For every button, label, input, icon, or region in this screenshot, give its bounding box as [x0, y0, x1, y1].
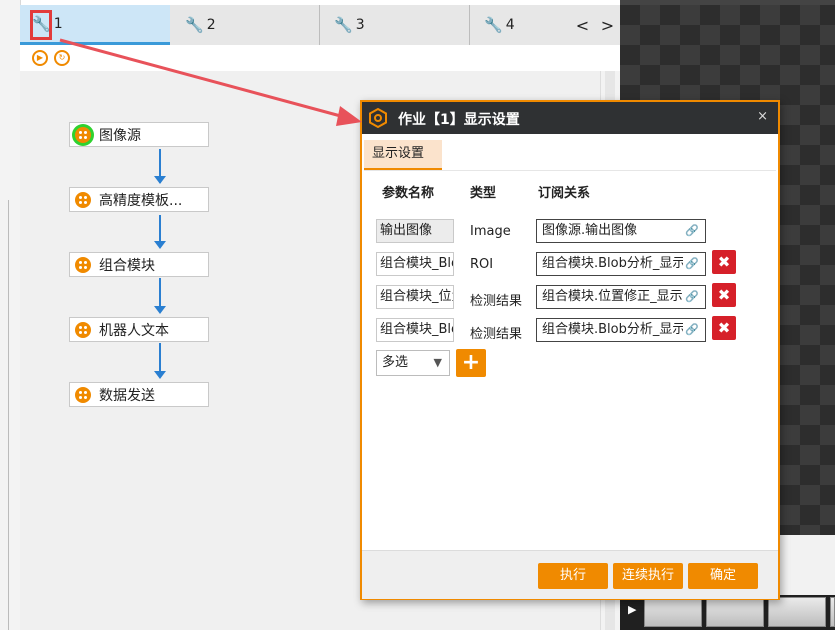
tab-divider [364, 170, 776, 171]
column-header-subscription: 订阅关系 [538, 186, 591, 201]
node-label: 图像源 [99, 127, 141, 144]
dialog-body: 显示设置 参数名称 类型 订阅关系 输出图像 Image 图像源.输出图像 🔗 … [362, 134, 778, 550]
delete-row-button[interactable]: ✖ [712, 250, 736, 274]
loop-circle-icon[interactable]: ↻ [54, 50, 70, 66]
param-name-field[interactable]: 组合模块_Blob [376, 252, 454, 276]
multi-select-dropdown[interactable]: 多选 ▼ [376, 350, 450, 376]
tab-process-2[interactable]: 🔧 2 [170, 5, 320, 45]
param-type: 检测结果 [470, 294, 523, 309]
subscription-field[interactable]: 组合模块.位置修正_显示 🔗 [536, 285, 706, 309]
tab-display-settings[interactable]: 显示设置 [364, 140, 442, 170]
node-label: 机器人文本 [99, 322, 169, 339]
wrench-icon: 🔧 [484, 16, 503, 34]
tab-label: 4 [505, 17, 515, 33]
flow-arrow [154, 241, 166, 249]
wrench-icon: 🔧 [334, 16, 353, 34]
dialog-footer: 执行 连续执行 确定 [362, 550, 778, 599]
close-icon[interactable]: × [757, 109, 768, 124]
link-icon[interactable]: 🔗 [683, 253, 699, 275]
process-tab-bar: 🔧 1 🔧 2 🔧 3 🔧 4 < > [20, 5, 620, 45]
node-label: 高精度模板... [99, 192, 183, 209]
flow-node-template-match[interactable]: 高精度模板... [69, 187, 209, 212]
delete-row-button[interactable]: ✖ [712, 316, 736, 340]
play-circle-icon[interactable]: ▶ [32, 50, 48, 66]
delete-row-button[interactable]: ✖ [712, 283, 736, 307]
flow-arrow [154, 371, 166, 379]
tab-scroll-left-button[interactable]: < [570, 5, 595, 45]
run-button[interactable]: 执行 [538, 563, 608, 589]
node-label: 组合模块 [99, 257, 155, 274]
subscription-value: 图像源.输出图像 [542, 223, 638, 238]
module-icon [75, 191, 91, 208]
hexagon-logo-icon [369, 108, 387, 128]
link-icon[interactable]: 🔗 [683, 220, 699, 242]
param-name-field: 输出图像 [376, 219, 454, 243]
filmstrip-thumbnail[interactable] [706, 597, 764, 627]
dialog-title: 作业【1】显示设置 [398, 112, 520, 128]
filmstrip-thumbnail[interactable] [830, 597, 835, 627]
tab-process-3[interactable]: 🔧 3 [320, 5, 470, 45]
param-type: 检测结果 [470, 327, 523, 342]
subscription-value: 组合模块.Blob分析_显示 [542, 322, 686, 337]
subscription-value: 组合模块.Blob分析_显示 [542, 256, 686, 271]
tab-label: 2 [206, 17, 216, 33]
column-header-type: 类型 [470, 186, 497, 201]
chevron-down-icon: ▼ [433, 356, 442, 369]
wrench-icon: 🔧 [185, 16, 204, 34]
param-name-field[interactable]: 组合模块_位置 [376, 285, 454, 309]
module-icon [75, 321, 91, 338]
filmstrip-thumbnail[interactable] [644, 597, 702, 627]
subscription-field[interactable]: 组合模块.Blob分析_显示 🔗 [536, 252, 706, 276]
param-type: ROI [470, 257, 494, 272]
module-icon [75, 126, 91, 143]
column-header-param: 参数名称 [382, 186, 435, 201]
process-toolbar: ▶ ↻ [20, 45, 620, 72]
module-icon [75, 386, 91, 403]
multi-select-value: 多选 [382, 355, 409, 370]
flow-node-group-module[interactable]: 组合模块 [69, 252, 209, 277]
annotation-highlight-box [30, 10, 52, 40]
image-filmstrip: ▶ [620, 595, 835, 630]
flow-arrow [154, 306, 166, 314]
tab-label: 1 [53, 15, 63, 32]
tab-process-4[interactable]: 🔧 4 [470, 5, 570, 45]
node-label: 数据发送 [99, 387, 155, 404]
flow-node-robot-text[interactable]: 机器人文本 [69, 317, 209, 342]
display-settings-dialog: 作业【1】显示设置 × 显示设置 参数名称 类型 订阅关系 输出图像 Image… [360, 100, 780, 600]
tab-label: 3 [355, 17, 365, 33]
left-divider [8, 200, 9, 630]
param-name-field[interactable]: 组合模块_Blob [376, 318, 454, 342]
flow-arrow [154, 176, 166, 184]
play-icon[interactable]: ▶ [628, 603, 636, 616]
link-icon[interactable]: 🔗 [683, 319, 699, 341]
chevron-left-icon: < [575, 15, 590, 35]
tab-scroll-right-button[interactable]: > [595, 5, 620, 45]
flow-node-image-source[interactable]: 图像源 [69, 122, 209, 147]
subscription-value: 组合模块.位置修正_显示 [542, 289, 683, 304]
left-strip [0, 0, 21, 630]
link-icon[interactable]: 🔗 [683, 286, 699, 308]
continuous-run-button[interactable]: 连续执行 [613, 563, 683, 589]
filmstrip-thumbnail[interactable] [768, 597, 826, 627]
chevron-right-icon: > [600, 15, 615, 35]
flow-node-data-send[interactable]: 数据发送 [69, 382, 209, 407]
subscription-field[interactable]: 组合模块.Blob分析_显示 🔗 [536, 318, 706, 342]
add-row-button[interactable]: + [456, 349, 486, 377]
dialog-header: 作业【1】显示设置 × [362, 102, 778, 134]
subscription-field[interactable]: 图像源.输出图像 🔗 [536, 219, 706, 243]
module-icon [75, 256, 91, 273]
confirm-button[interactable]: 确定 [688, 563, 758, 589]
param-type: Image [470, 224, 511, 239]
